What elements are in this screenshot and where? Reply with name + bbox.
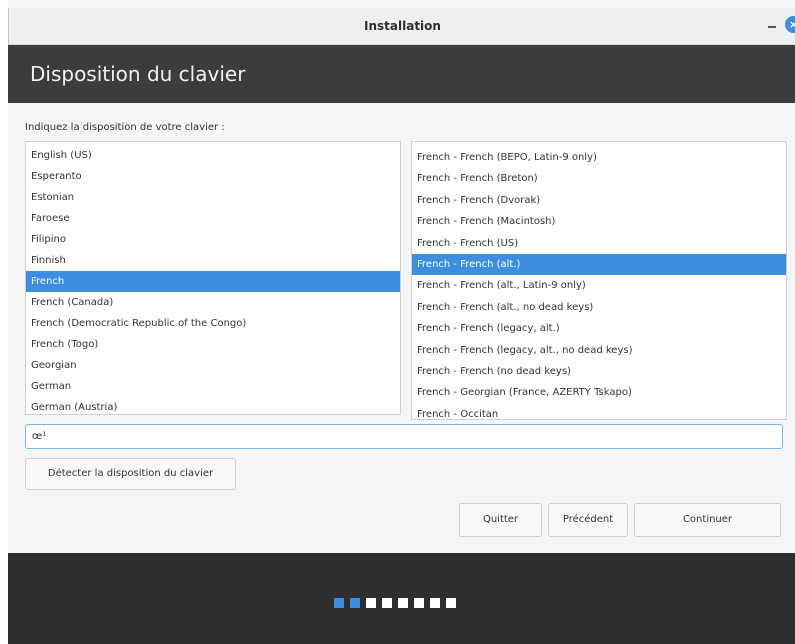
page-title: Disposition du clavier (30, 62, 246, 86)
list-item[interactable]: French - French (US) (412, 233, 786, 254)
list-item[interactable]: French - French (alt., no dead keys) (412, 297, 786, 318)
quit-button[interactable]: Quitter (459, 503, 542, 537)
list-item[interactable]: French - French (BEPO, Latin-9 only) (412, 147, 786, 168)
list-item[interactable]: French (Togo) (26, 334, 400, 355)
step-dot (382, 598, 392, 608)
list-item[interactable]: French (Democratic Republic of the Congo… (26, 313, 400, 334)
list-item[interactable]: French - French (Dvorak) (412, 190, 786, 211)
step-indicator (334, 598, 462, 608)
detect-layout-button[interactable]: Détecter la disposition du clavier (25, 458, 236, 490)
step-dot (366, 598, 376, 608)
layout-prompt: Indiquez la disposition de votre clavier… (25, 122, 225, 133)
step-dot (446, 598, 456, 608)
step-dot (430, 598, 440, 608)
list-item[interactable]: French (Canada) (26, 292, 400, 313)
list-item[interactable]: French - French (Macintosh) (412, 211, 786, 232)
list-item[interactable]: French - Georgian (France, AZERTY Tskapo… (412, 382, 786, 403)
step-dot (350, 598, 360, 608)
list-item[interactable]: French - French (no dead keys) (412, 361, 786, 382)
progress-footer (8, 553, 795, 644)
window-title: Installation (364, 19, 441, 33)
previous-button[interactable]: Précédent (548, 503, 628, 537)
keyboard-test-input[interactable] (25, 424, 783, 449)
step-dot (398, 598, 408, 608)
list-item[interactable]: German (26, 376, 400, 397)
installer-window: Installation × Disposition du clavier In… (0, 0, 795, 644)
layout-list[interactable]: English (US) Esperanto Estonian Faroese Fili… (25, 141, 401, 415)
continue-button[interactable]: Continuer (634, 503, 781, 537)
list-item[interactable]: Finnish (26, 250, 400, 271)
list-item[interactable]: French - French (legacy, alt.) (412, 318, 786, 339)
list-item[interactable]: French - French (legacy, alt., no dead k… (412, 340, 786, 361)
list-item[interactable]: German (Austria) (26, 397, 400, 414)
close-icon[interactable]: × (785, 16, 795, 33)
list-item[interactable]: French - French (alt.) (412, 253, 786, 276)
list-item[interactable]: French - French (alt., Latin-9 only) (412, 275, 786, 296)
list-item[interactable]: Georgian (26, 355, 400, 376)
list-item[interactable]: Faroese (26, 208, 400, 229)
step-dot (334, 598, 344, 608)
variant-list[interactable]: French - French (BEPO, Latin-9 only) Fren… (411, 141, 787, 420)
list-item[interactable]: Estonian (26, 187, 400, 208)
step-dot (414, 598, 424, 608)
desktop-edge (0, 0, 8, 644)
main-content: Indiquez la disposition de votre clavier… (8, 103, 795, 553)
list-item[interactable]: Filipino (26, 229, 400, 250)
list-item[interactable]: French - Occitan (412, 404, 786, 419)
page-header: Disposition du clavier (8, 45, 795, 103)
title-bar: Installation × (8, 8, 795, 45)
list-item[interactable]: Esperanto (26, 166, 400, 187)
minimize-icon[interactable] (765, 18, 779, 32)
list-item[interactable]: French - French (Breton) (412, 168, 786, 189)
list-item[interactable]: French (26, 271, 400, 292)
list-item[interactable]: English (US) (26, 145, 400, 166)
